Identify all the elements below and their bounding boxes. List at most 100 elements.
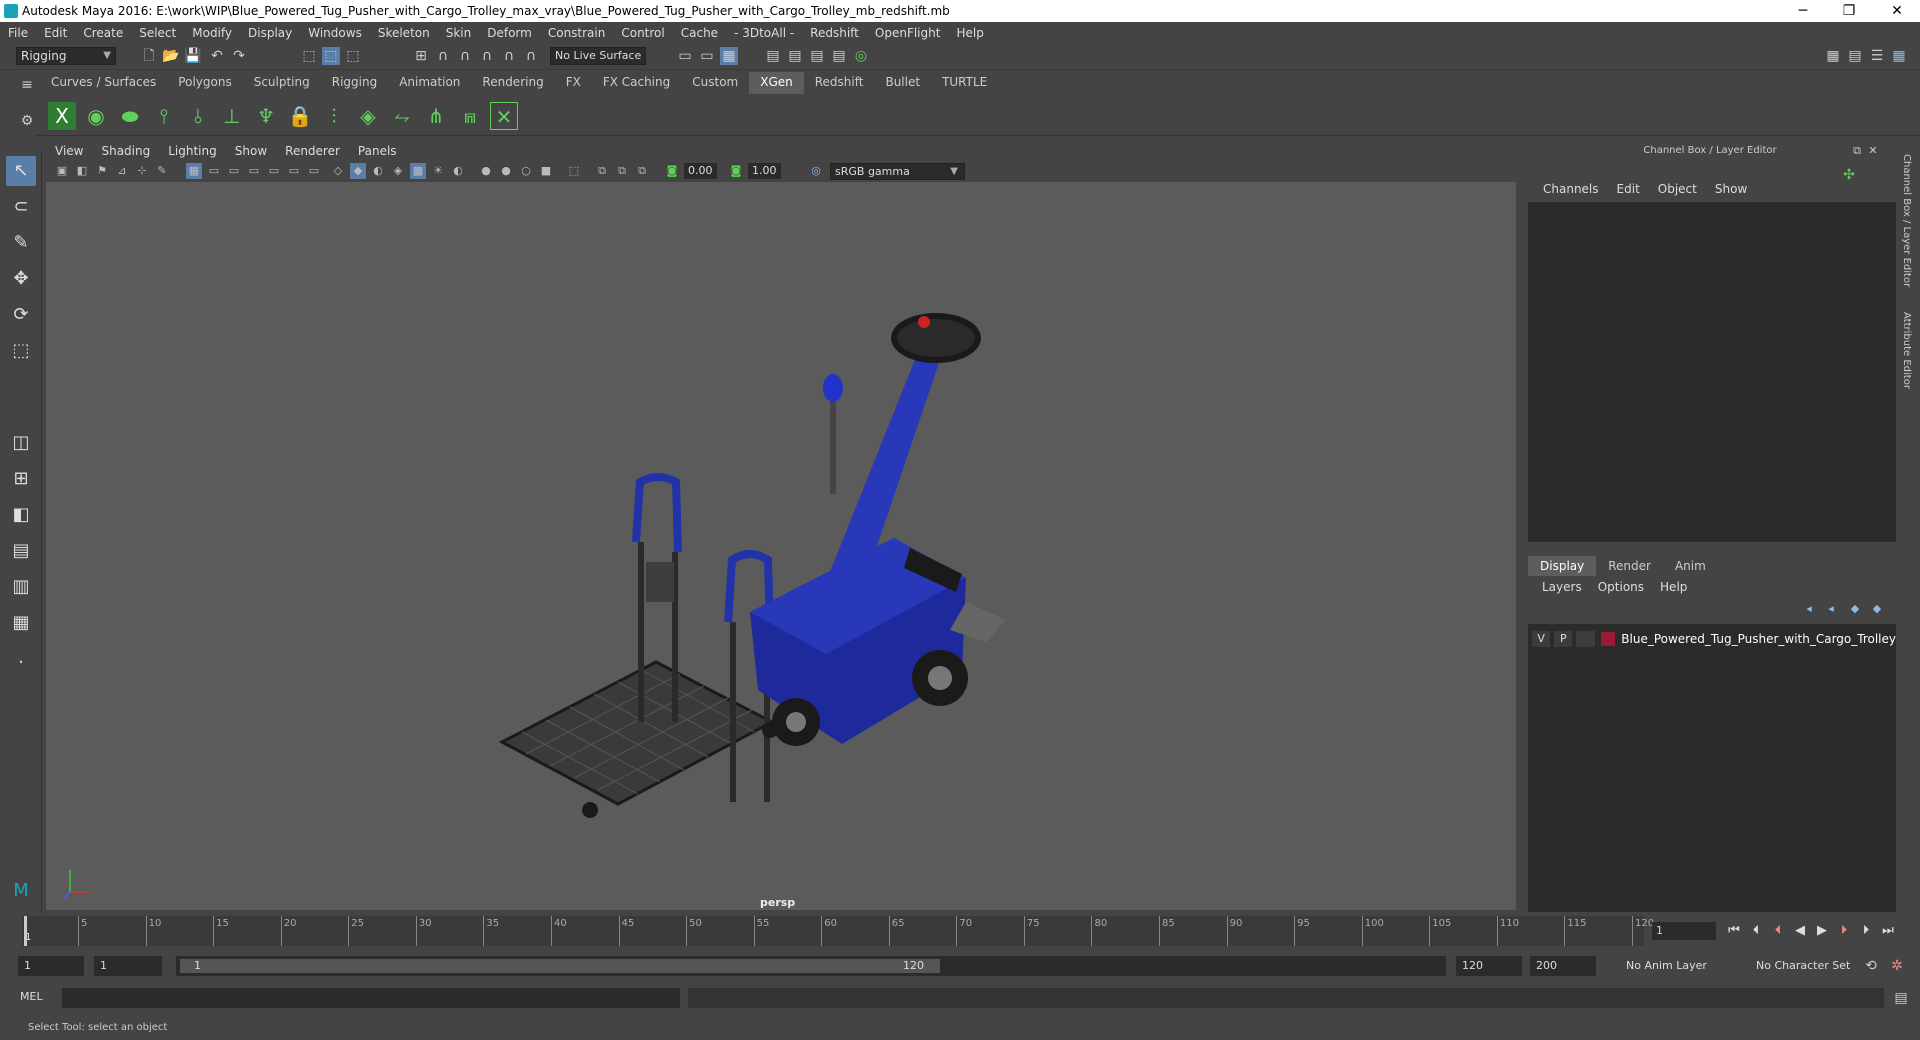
vp-menu-view[interactable]: View (46, 142, 92, 160)
tab-rendering[interactable]: Rendering (471, 72, 555, 94)
move-tool-icon[interactable]: ✥ (6, 264, 36, 294)
step-forward-key-icon[interactable]: ⏵ (1834, 922, 1854, 940)
command-input[interactable] (62, 988, 680, 1008)
magnet-icon[interactable]: ∩ (522, 47, 540, 65)
render-view-icon[interactable]: ▤ (764, 47, 782, 65)
layer-menu-help[interactable]: Help (1652, 580, 1695, 594)
tab-curves-surfaces[interactable]: Curves / Surfaces (40, 72, 168, 94)
scene-end-field[interactable]: 200 (1530, 956, 1596, 976)
output-ops-icon[interactable]: ▭ (698, 47, 716, 65)
wireframe-on-shaded-icon[interactable]: ◈ (390, 163, 406, 179)
tab-fx-caching[interactable]: FX Caching (591, 72, 682, 94)
use-all-lights-icon[interactable]: ☀ (430, 163, 446, 179)
layer-menu-layers[interactable]: Layers (1534, 580, 1590, 594)
menu-openflight[interactable]: OpenFlight (867, 26, 949, 40)
exposure-icon[interactable]: ◙ (664, 163, 680, 179)
toggle-channel-box-icon[interactable]: ▦ (1890, 47, 1908, 65)
safe-title-icon[interactable]: ▭ (306, 163, 322, 179)
auto-key-icon[interactable]: ⟲ (1862, 957, 1880, 975)
go-to-start-icon[interactable]: ⏮ (1724, 922, 1744, 940)
gamma-field[interactable]: 1.00 (748, 163, 781, 179)
tab-animation[interactable]: Animation (388, 72, 472, 94)
lasso-tool-icon[interactable]: ⊂ (6, 192, 36, 222)
shelf-menu-icon[interactable]: ≡ (18, 76, 36, 94)
step-back-key-icon[interactable]: ⏴ (1768, 922, 1788, 940)
motion-blur-icon[interactable]: ● (498, 163, 514, 179)
go-to-end-icon[interactable]: ⏭ (1878, 922, 1898, 940)
vp-menu-shading[interactable]: Shading (92, 142, 159, 160)
move-layer-down-icon[interactable]: ◂ (1822, 600, 1840, 618)
textured-icon[interactable]: ▩ (410, 163, 426, 179)
tab-redshift[interactable]: Redshift (803, 72, 875, 94)
xgen-sculpt-guide-icon[interactable]: ♆ (252, 102, 280, 130)
2d-pan-zoom-icon[interactable]: ⊹ (134, 163, 150, 179)
select-tool-icon[interactable]: ↖ (6, 156, 36, 186)
close-button[interactable]: ✕ (1874, 0, 1920, 22)
tab-xgen[interactable]: XGen (749, 72, 804, 94)
tab-bullet[interactable]: Bullet (874, 72, 932, 94)
redo-icon[interactable]: ↷ (230, 47, 248, 65)
tab-channel-box-layer-editor[interactable]: Channel Box / Layer Editor (1901, 154, 1912, 287)
current-frame-field[interactable]: 1 (1652, 922, 1716, 940)
xgen-lock-guide-icon[interactable]: 🔒 (286, 102, 314, 130)
step-forward-frame-icon[interactable]: ⏵ (1856, 922, 1876, 940)
tab-fx[interactable]: FX (554, 72, 592, 94)
xray-icon[interactable]: ⧉ (594, 163, 610, 179)
vp-menu-panels[interactable]: Panels (349, 142, 406, 160)
preferences-icon[interactable]: ✲ (1888, 957, 1906, 975)
toggle-attribute-editor-icon[interactable]: ▤ (1846, 47, 1864, 65)
xgen-editor-icon[interactable]: X (48, 102, 76, 130)
outliner-layout-icon[interactable]: ▤ (6, 536, 36, 566)
xgen-place-guide-icon[interactable]: ⊥ (218, 102, 246, 130)
layer-visibility-toggle[interactable]: V (1532, 631, 1551, 647)
command-language-label[interactable]: MEL (20, 990, 43, 1003)
new-layer-icon[interactable]: ◆ (1846, 600, 1864, 618)
character-set-dropdown[interactable]: No Character Set (1750, 956, 1870, 976)
time-slider-track[interactable]: 1 5 10 15 20 25 30 35 40 45 50 55 60 65 70 75 80 85 90 95 1… (22, 916, 1654, 946)
restore-button[interactable]: ❐ (1826, 0, 1872, 22)
layer-name[interactable]: Blue_Powered_Tug_Pusher_with_Cargo_Troll… (1621, 632, 1896, 646)
menu-cache[interactable]: Cache (673, 26, 726, 40)
xray-components-icon[interactable]: ⧉ (634, 163, 650, 179)
ipr-render-icon[interactable]: ▤ (808, 47, 826, 65)
toggle-tool-settings-icon[interactable]: ☰ (1868, 47, 1886, 65)
layer-display-type-toggle[interactable] (1576, 631, 1595, 647)
cb-menu-show[interactable]: Show (1706, 182, 1756, 196)
xgen-preview-icon[interactable]: ◉ (82, 102, 110, 130)
snap-point-icon[interactable]: ∩ (456, 47, 474, 65)
menu-constrain[interactable]: Constrain (540, 26, 614, 40)
tab-sculpting[interactable]: Sculpting (242, 72, 321, 94)
shadows-icon[interactable]: ◐ (450, 163, 466, 179)
tab-rigging[interactable]: Rigging (320, 72, 389, 94)
safe-action-icon[interactable]: ▭ (286, 163, 302, 179)
step-back-frame-icon[interactable]: ⏴ (1746, 922, 1766, 940)
xgen-layers-icon[interactable]: ◈ (354, 102, 382, 130)
new-scene-icon[interactable]: 🗋 (140, 47, 158, 65)
hypershade-layout-icon[interactable]: ▦ (6, 608, 36, 638)
xgen-groom-icon[interactable]: ⋔ (422, 102, 450, 130)
xgen-interactive-groom-icon[interactable]: ✕ (490, 102, 518, 130)
layer-playback-toggle[interactable]: P (1554, 631, 1573, 647)
layer-menu-options[interactable]: Options (1590, 580, 1652, 594)
playback-end-field[interactable]: 120 (1456, 956, 1522, 976)
exposure-field[interactable]: 0.00 (684, 163, 717, 179)
scene-start-field[interactable]: 1 (18, 956, 84, 976)
single-pane-layout-icon[interactable]: ◫ (6, 428, 36, 458)
snap-surface-icon[interactable]: ∩ (500, 47, 518, 65)
move-layer-up-icon[interactable]: ◂ (1800, 600, 1818, 618)
menu-deform[interactable]: Deform (479, 26, 540, 40)
gate-mask-icon[interactable]: ▭ (246, 163, 262, 179)
perspective-viewport[interactable]: persp (46, 182, 1516, 910)
menu-3dtoall[interactable]: - 3DtoAll - (726, 26, 802, 40)
menu-set-dropdown[interactable]: Rigging ▼ (16, 47, 116, 65)
menu-control[interactable]: Control (613, 26, 672, 40)
vp-menu-lighting[interactable]: Lighting (159, 142, 226, 160)
script-editor-icon[interactable]: ▤ (1892, 989, 1910, 1007)
field-chart-icon[interactable]: ▭ (266, 163, 282, 179)
render-frame-icon[interactable]: ▤ (786, 47, 804, 65)
menu-edit[interactable]: Edit (36, 26, 75, 40)
hypershade-icon[interactable]: ◎ (852, 47, 870, 65)
minimize-button[interactable]: ─ (1780, 0, 1826, 22)
tab-render[interactable]: Render (1596, 556, 1663, 576)
open-scene-icon[interactable]: 📂 (162, 47, 180, 65)
